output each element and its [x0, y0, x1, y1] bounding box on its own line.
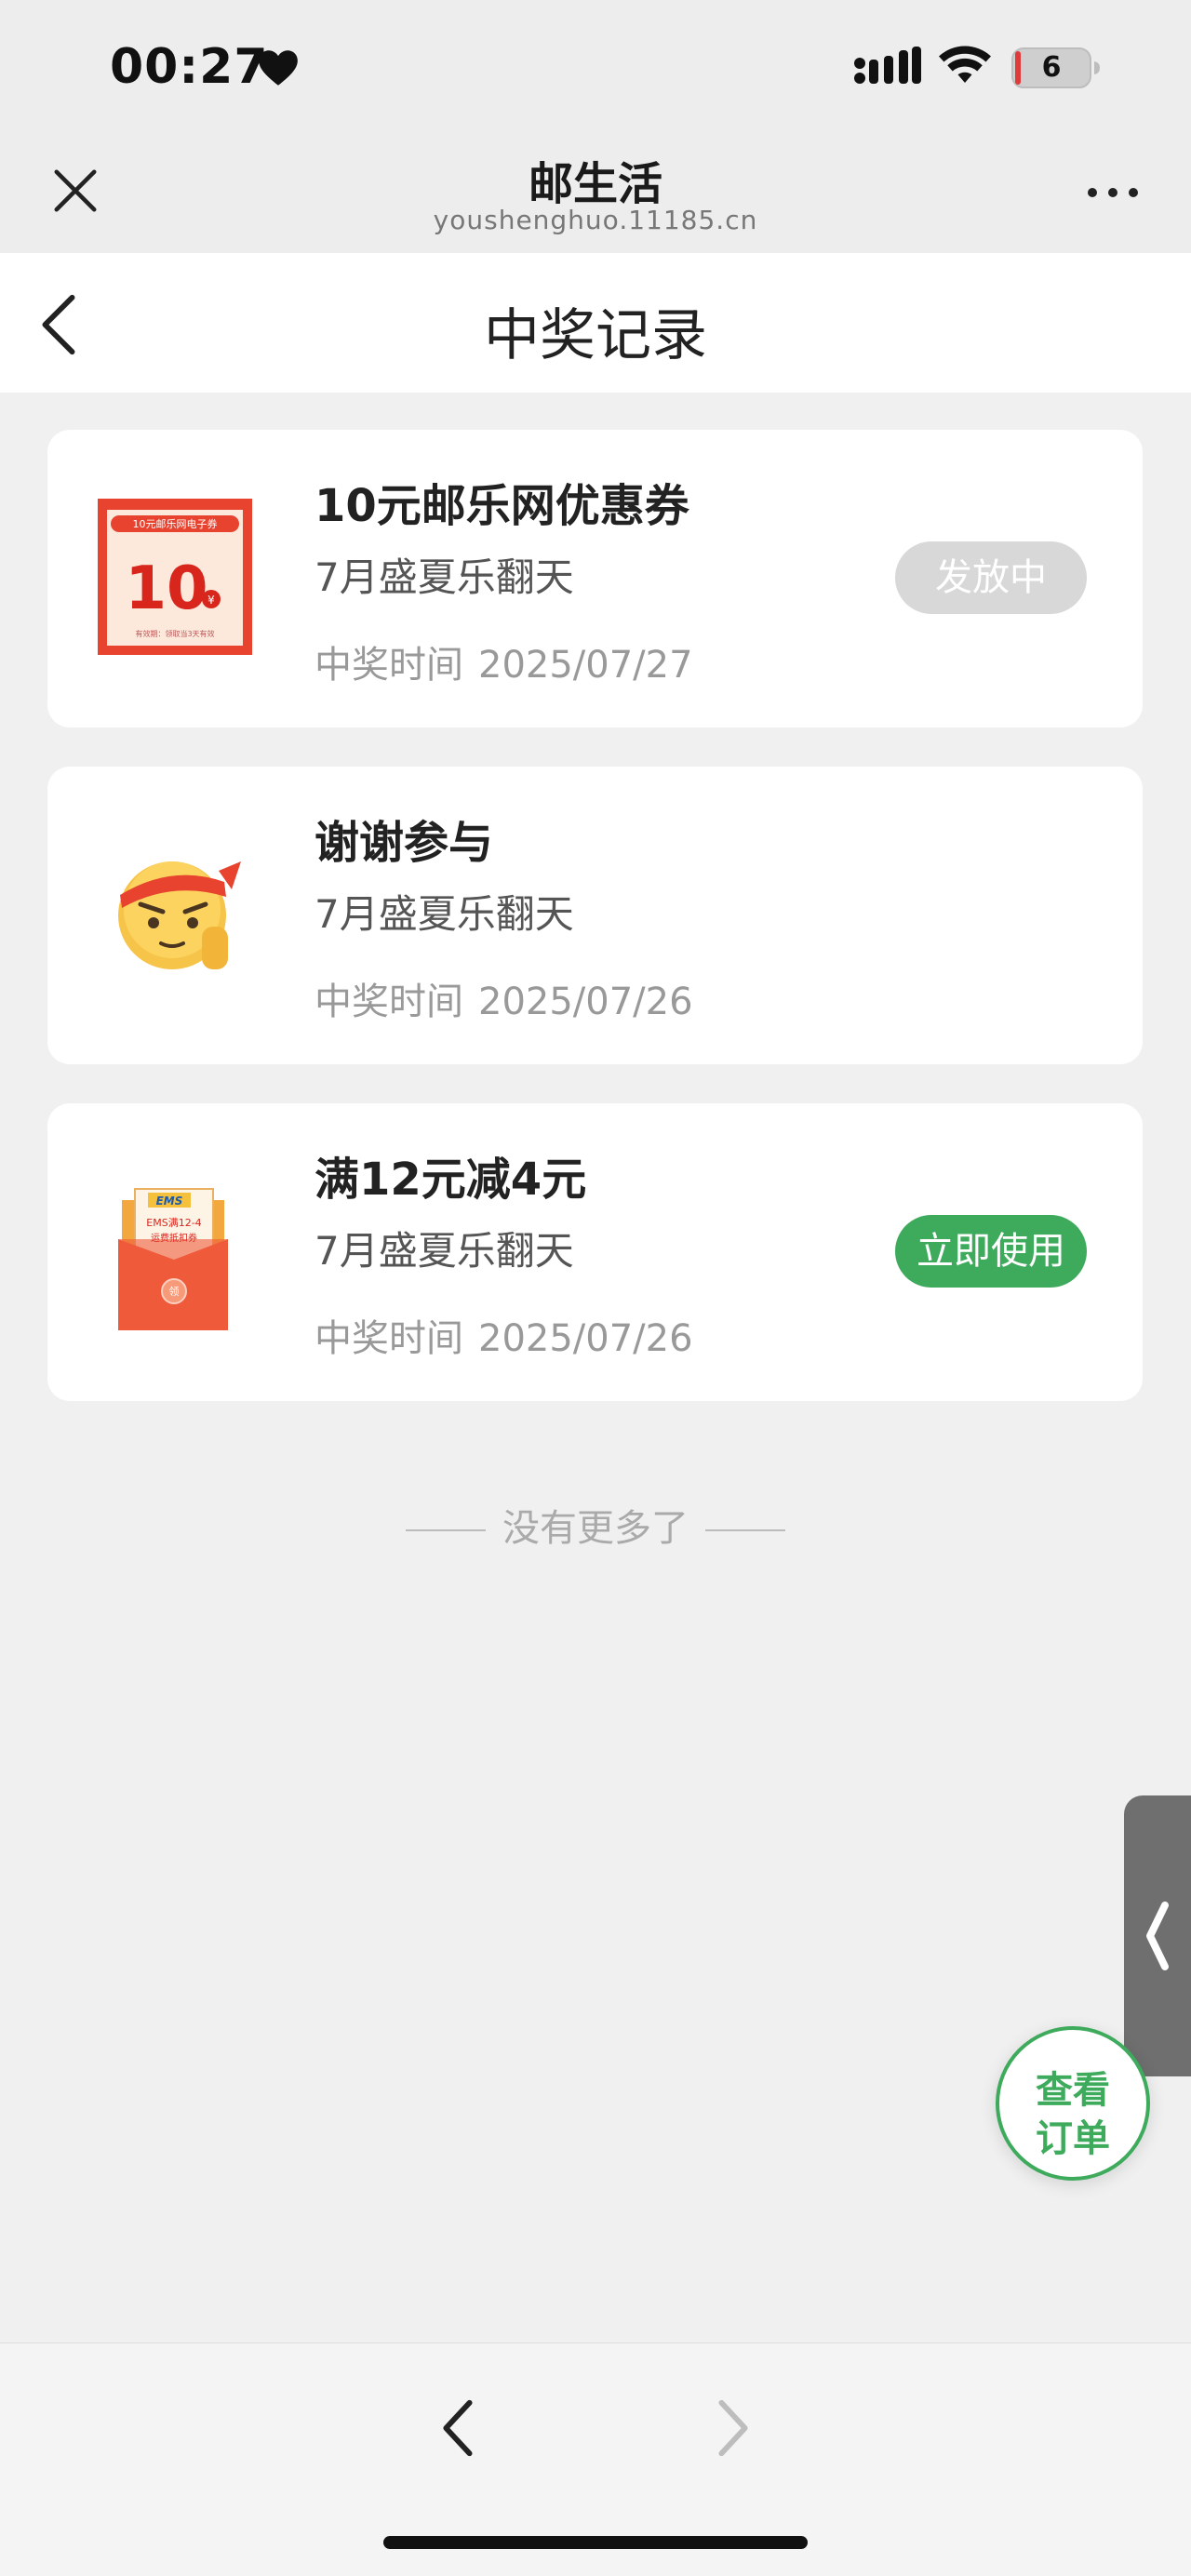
voucher-footer-text: 有效期：领取当3天有效: [135, 629, 214, 638]
record-name: 谢谢参与: [314, 817, 494, 869]
record-name: 10元邮乐网优惠券: [314, 480, 689, 532]
coupon-value-text: EMS满12-4: [146, 1217, 201, 1229]
record-time: 中奖时间 2025/07/26: [314, 971, 693, 1025]
record-time: 中奖时间 2025/07/27: [314, 634, 693, 688]
record-time-label: 中奖时间: [314, 644, 463, 687]
list-end-text: 没有更多了: [502, 1507, 689, 1550]
browser-forward-icon[interactable]: [711, 2396, 757, 2461]
coupon-voucher-image: 10元邮乐网电子券 10 ¥ 有效期：领取当3天有效: [98, 499, 252, 655]
record-time-label: 中奖时间: [314, 981, 463, 1023]
envelope-seal-text: 领: [169, 1286, 180, 1298]
more-icon[interactable]: [1085, 184, 1141, 201]
status-time: 00:27: [110, 39, 269, 95]
voucher-amount-text: 10: [125, 554, 207, 623]
heart-icon: [259, 50, 298, 86]
site-title: 邮生活: [528, 158, 662, 210]
site-url: youshenghuo.11185.cn: [433, 205, 758, 235]
record-time-label: 中奖时间: [314, 1317, 463, 1360]
record-activity: 7月盛夏乐翻天: [314, 891, 574, 937]
battery-level: 6: [1041, 51, 1062, 84]
page: 00:27 6 邮生活 youshenghuo.11185.cn 中奖记录 10…: [0, 0, 1191, 2576]
list-end-indicator: 没有更多了: [0, 1498, 1191, 1552]
record-card[interactable]: 谢谢参与 7月盛夏乐翻天 中奖时间 2025/07/26: [47, 767, 1143, 1064]
coupon-type-text: 运费抵扣券: [151, 1232, 197, 1244]
emoji-face-icon: [118, 861, 241, 969]
title-bar: 中奖记录: [0, 253, 1191, 393]
view-orders-button[interactable]: 查看 订单: [996, 2026, 1150, 2181]
view-orders-label-line2: 订单: [1036, 2117, 1110, 2160]
record-date: 2025/07/26: [478, 981, 693, 1023]
use-now-button[interactable]: 立即使用: [895, 1215, 1087, 1288]
record-date: 2025/07/27: [478, 644, 693, 687]
browser-back-icon[interactable]: [434, 2396, 480, 2461]
issuing-status-badge: 发放中: [895, 541, 1087, 614]
voucher-currency-text: ¥: [207, 594, 215, 607]
view-orders-label-line1: 查看: [1036, 2069, 1110, 2112]
red-envelope-coupon-image: EMS EMS满12-4 运费抵扣券 领: [118, 1188, 228, 1330]
home-indicator: [383, 2536, 808, 2549]
cellular-signal-icon: [854, 47, 921, 84]
browser-header: 邮生活 youshenghuo.11185.cn: [0, 130, 1191, 253]
chevron-left-icon: [1146, 1902, 1169, 1970]
side-expand-tab[interactable]: [1124, 1795, 1191, 2076]
record-card[interactable]: EMS EMS满12-4 运费抵扣券 领 满12元减4元 7月盛夏乐翻天 中奖时…: [47, 1103, 1143, 1401]
wifi-icon: [939, 46, 991, 83]
record-date: 2025/07/26: [478, 1317, 693, 1360]
divider: [705, 1529, 785, 1531]
record-time: 中奖时间 2025/07/26: [314, 1308, 693, 1362]
page-title: 中奖记录: [484, 303, 707, 368]
record-name: 满12元减4元: [314, 1154, 587, 1206]
divider: [406, 1529, 486, 1531]
record-activity: 7月盛夏乐翻天: [314, 1228, 574, 1274]
ems-brand-text: EMS: [156, 1195, 183, 1208]
status-bar: 00:27 6: [0, 0, 1191, 130]
voucher-banner-text: 10元邮乐网电子券: [133, 517, 218, 530]
record-activity: 7月盛夏乐翻天: [314, 554, 574, 600]
record-card[interactable]: 10元邮乐网电子券 10 ¥ 有效期：领取当3天有效 10元邮乐网优惠券 7月盛…: [47, 430, 1143, 727]
